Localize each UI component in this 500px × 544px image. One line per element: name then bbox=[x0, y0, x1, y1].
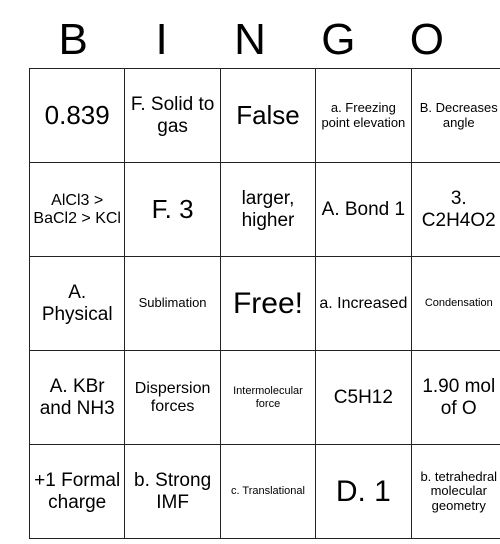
bingo-cell[interactable]: b. Strong IMF bbox=[124, 444, 221, 539]
bingo-cell[interactable]: Dispersion forces bbox=[124, 350, 221, 445]
bingo-cell-label: 0.839 bbox=[44, 99, 110, 130]
bingo-cell-label: a. Increased bbox=[319, 294, 408, 312]
bingo-row: A. Physical Sublimation Free! a. Increas… bbox=[28, 256, 500, 351]
bingo-cell[interactable]: A. KBr and NH3 bbox=[28, 350, 126, 445]
bingo-cell[interactable]: Sublimation bbox=[124, 256, 221, 351]
bingo-cell[interactable]: b. tetrahedral molecular geometry bbox=[410, 444, 500, 539]
bingo-row: A. KBr and NH3 Dispersion forces Intermo… bbox=[28, 350, 500, 445]
bingo-cell[interactable]: AlCl3 > BaCl2 > KCl bbox=[28, 162, 126, 257]
bingo-cell[interactable]: a. Freezing point elevation bbox=[315, 68, 412, 163]
bingo-cell[interactable]: 3. C2H4O2 bbox=[410, 162, 500, 257]
bingo-cell[interactable]: False bbox=[219, 68, 317, 163]
bingo-header-letter-b: B bbox=[58, 15, 88, 64]
bingo-cell[interactable]: C5H12 bbox=[315, 350, 412, 445]
bingo-cell[interactable]: F. 3 bbox=[124, 162, 221, 257]
bingo-cell-label: larger, higher bbox=[241, 188, 295, 231]
bingo-cell[interactable]: D. 1 bbox=[315, 444, 412, 539]
bingo-cell[interactable]: F. Solid to gas bbox=[124, 68, 221, 163]
bingo-cell-label: A. Bond 1 bbox=[321, 198, 406, 220]
bingo-cell[interactable]: larger, higher bbox=[219, 162, 317, 257]
bingo-cell-label: F. Solid to gas bbox=[130, 94, 215, 137]
bingo-cell-label: b. tetrahedral molecular geometry bbox=[420, 468, 498, 513]
bingo-cell[interactable]: 1.90 mol of O bbox=[410, 350, 500, 445]
bingo-cell[interactable]: Condensation bbox=[410, 256, 500, 351]
bingo-row: 0.839 F. Solid to gas False a. Freezing … bbox=[28, 68, 500, 163]
bingo-grid: 0.839 F. Solid to gas False a. Freezing … bbox=[28, 68, 500, 539]
bingo-cell-label: +1 Formal charge bbox=[34, 470, 121, 513]
bingo-header-letter-g: G bbox=[321, 15, 356, 64]
bingo-cell-label: Sublimation bbox=[138, 295, 207, 311]
bingo-cell-label: c. Translational bbox=[230, 485, 305, 498]
bingo-cell-label: False bbox=[236, 99, 300, 130]
bingo-cell-label: F. 3 bbox=[151, 193, 194, 224]
bingo-cell-label: 1.90 mol of O bbox=[422, 376, 496, 419]
bingo-cell-label: C5H12 bbox=[333, 386, 393, 408]
bingo-header-letter-n: N bbox=[234, 15, 266, 64]
bingo-cell-label: a. Freezing point elevation bbox=[321, 99, 406, 130]
bingo-header-letter-o: O bbox=[409, 15, 444, 64]
bingo-row: AlCl3 > BaCl2 > KCl F. 3 larger, higher … bbox=[28, 162, 500, 257]
bingo-cell[interactable]: c. Translational bbox=[219, 444, 317, 539]
bingo-cell-label: Dispersion forces bbox=[134, 379, 211, 415]
bingo-cell-label: A. Physical bbox=[41, 282, 113, 325]
bingo-row: +1 Formal charge b. Strong IMF c. Transl… bbox=[28, 444, 500, 539]
bingo-cell-label: A. KBr and NH3 bbox=[39, 376, 115, 419]
bingo-cell-label: 3. C2H4O2 bbox=[421, 188, 496, 231]
bingo-cell[interactable]: A. Bond 1 bbox=[315, 162, 412, 257]
bingo-cell-label: b. Strong IMF bbox=[134, 470, 212, 513]
bingo-free-space-label: Free! bbox=[232, 286, 303, 320]
bingo-cell[interactable]: B. Decreases angle bbox=[410, 68, 500, 163]
bingo-header-letter-i: I bbox=[155, 15, 168, 64]
bingo-cell[interactable]: Intermolecular force bbox=[219, 350, 317, 445]
bingo-cell[interactable]: a. Increased bbox=[315, 256, 412, 351]
bingo-cell-free[interactable]: Free! bbox=[219, 256, 317, 351]
bingo-card: B I N G O 0.839 F. Solid to gas False a.… bbox=[28, 12, 500, 539]
bingo-cell-label: B. Decreases angle bbox=[419, 99, 498, 130]
bingo-cell-label: D. 1 bbox=[335, 474, 391, 508]
bingo-cell[interactable]: A. Physical bbox=[28, 256, 126, 351]
bingo-header-row: B I N G O bbox=[29, 12, 471, 68]
bingo-cell[interactable]: +1 Formal charge bbox=[28, 444, 126, 539]
bingo-cell-label: AlCl3 > BaCl2 > KCl bbox=[33, 191, 121, 227]
bingo-cell[interactable]: 0.839 bbox=[28, 68, 126, 163]
bingo-cell-label: Intermolecular force bbox=[233, 385, 303, 410]
bingo-cell-label: Condensation bbox=[424, 297, 493, 310]
